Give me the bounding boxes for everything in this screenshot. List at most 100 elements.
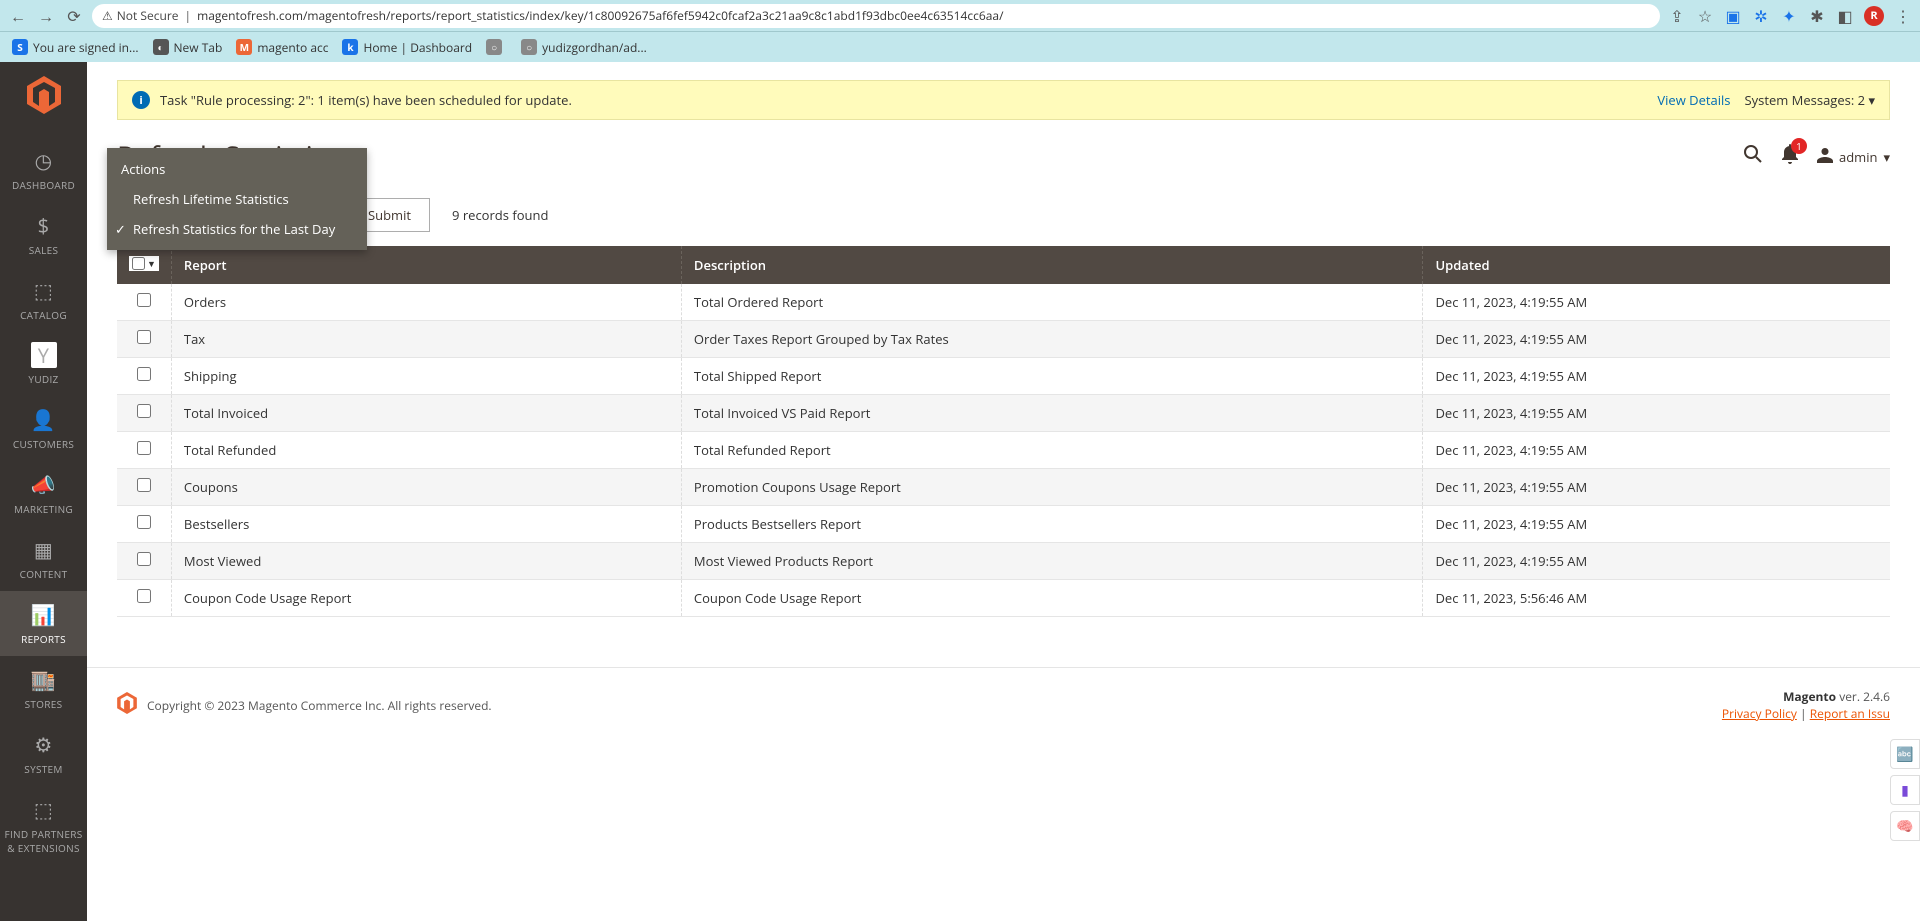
float-badge-3[interactable]: 🧠 <box>1890 811 1920 841</box>
extension-icon-1[interactable]: ▣ <box>1724 7 1742 25</box>
sidebar-item-dashboard[interactable]: ◷DASHBOARD <box>0 137 87 202</box>
select-all-header[interactable]: ▼ <box>117 246 171 284</box>
bookmark-item[interactable]: ○ <box>486 39 507 55</box>
cell-updated: Dec 11, 2023, 4:19:55 AM <box>1423 506 1890 543</box>
table-row[interactable]: Total Refunded Total Refunded Report Dec… <box>117 432 1890 469</box>
dropdown-header: Actions <box>107 154 367 184</box>
dropdown-item-label: Refresh Statistics for the Last Day <box>133 220 335 238</box>
profile-avatar[interactable]: R <box>1864 6 1884 26</box>
secure-label: Not Secure <box>117 7 179 24</box>
url-bar[interactable]: ⚠ Not Secure | magentofresh.com/magentof… <box>92 4 1660 28</box>
cell-updated: Dec 11, 2023, 5:56:46 AM <box>1423 580 1890 617</box>
dropdown-item-label: Refresh Lifetime Statistics <box>133 190 289 208</box>
cell-report: Bestsellers <box>171 506 681 543</box>
cell-description: Total Ordered Report <box>681 284 1423 321</box>
bookmark-item[interactable]: SYou are signed in... <box>12 39 139 56</box>
report-issue-link[interactable]: Report an Issu <box>1810 705 1890 722</box>
table-row[interactable]: Shipping Total Shipped Report Dec 11, 20… <box>117 358 1890 395</box>
sidebar-item-system[interactable]: ⚙ SYSTEM <box>0 721 87 786</box>
cell-report: Coupons <box>171 469 681 506</box>
sidebar-item-yudiz[interactable]: YYUDIZ <box>0 332 87 396</box>
row-checkbox[interactable] <box>137 330 151 344</box>
bookmark-item[interactable]: kHome | Dashboard <box>342 39 472 56</box>
chevron-down-icon[interactable]: ▼ <box>147 257 156 270</box>
panel-icon[interactable]: ◧ <box>1836 7 1854 25</box>
sidebar-item-marketing[interactable]: 📣MARKETING <box>0 461 87 526</box>
float-badge-2[interactable]: ▮ <box>1890 775 1920 805</box>
chevron-down-icon: ▾ <box>1883 148 1890 166</box>
bookmark-item[interactable]: Mmagento acc <box>236 39 328 56</box>
cell-description: Total Invoiced VS Paid Report <box>681 395 1423 432</box>
row-checkbox[interactable] <box>137 552 151 566</box>
user-name: admin <box>1839 148 1877 166</box>
favicon: S <box>12 39 28 55</box>
extension-icon-2[interactable]: ✲ <box>1752 7 1770 25</box>
sidebar-item-customers[interactable]: 👤CUSTOMERS <box>0 396 87 461</box>
sidebar-label: SYSTEM <box>24 762 62 776</box>
notification-badge: 1 <box>1791 138 1807 154</box>
kebab-menu-icon[interactable]: ⋮ <box>1894 7 1912 25</box>
magento-logo[interactable] <box>27 76 61 119</box>
table-row[interactable]: Most Viewed Most Viewed Products Report … <box>117 543 1890 580</box>
notifications-icon[interactable]: 1 <box>1781 144 1799 170</box>
row-checkbox[interactable] <box>137 441 151 455</box>
bookmark-star-icon[interactable]: ☆ <box>1696 7 1714 25</box>
column-header-updated[interactable]: Updated <box>1423 246 1890 284</box>
sidebar-label: REPORTS <box>21 632 66 646</box>
system-message-bar: i Task "Rule processing: 2": 1 item(s) h… <box>117 80 1890 120</box>
row-checkbox[interactable] <box>137 478 151 492</box>
view-details-link[interactable]: View Details <box>1657 91 1730 109</box>
table-row[interactable]: Orders Total Ordered Report Dec 11, 2023… <box>117 284 1890 321</box>
table-row[interactable]: Coupon Code Usage Report Coupon Code Usa… <box>117 580 1890 617</box>
row-checkbox[interactable] <box>137 293 151 307</box>
row-checkbox[interactable] <box>137 367 151 381</box>
sidebar-item-content[interactable]: ▦CONTENT <box>0 526 87 591</box>
info-icon: i <box>132 91 150 109</box>
bookmark-label: yudizgordhan/ad... <box>542 39 647 56</box>
select-all-checkbox[interactable] <box>132 257 145 270</box>
search-icon[interactable] <box>1743 144 1763 170</box>
sidebar-item-stores[interactable]: 🏬STORES <box>0 656 87 721</box>
cell-updated: Dec 11, 2023, 4:19:55 AM <box>1423 432 1890 469</box>
bookmark-item[interactable]: ◐New Tab <box>153 39 223 56</box>
column-header-report[interactable]: Report <box>171 246 681 284</box>
sidebar-icon: ⚙ <box>0 731 87 758</box>
favicon: M <box>236 39 252 55</box>
table-row[interactable]: Tax Order Taxes Report Grouped by Tax Ra… <box>117 321 1890 358</box>
system-messages-count-label: System Messages: 2 <box>1745 91 1866 109</box>
cell-report: Orders <box>171 284 681 321</box>
cell-report: Total Invoiced <box>171 395 681 432</box>
reload-button[interactable]: ⟳ <box>64 6 84 26</box>
sidebar-icon: $ <box>0 212 87 239</box>
extensions-puzzle-icon[interactable]: ✱ <box>1808 7 1826 25</box>
sidebar-item-catalog[interactable]: ⬚CATALOG <box>0 267 87 332</box>
table-row[interactable]: Coupons Promotion Coupons Usage Report D… <box>117 469 1890 506</box>
admin-sidebar: ◷DASHBOARD$SALES⬚CATALOGYYUDIZ👤CUSTOMERS… <box>0 62 87 921</box>
actions-dropdown-menu: Actions Refresh Lifetime Statistics ✓Refr… <box>107 148 367 250</box>
favicon: ◐ <box>153 39 169 55</box>
system-messages-count[interactable]: System Messages: 2 ▾ <box>1745 91 1876 109</box>
row-checkbox[interactable] <box>137 515 151 529</box>
dropdown-item[interactable]: ✓Refresh Statistics for the Last Day <box>107 214 367 244</box>
float-badge-1[interactable]: 🔤 <box>1890 739 1920 769</box>
records-found: 9 records found <box>452 206 548 224</box>
row-checkbox[interactable] <box>137 404 151 418</box>
privacy-policy-link[interactable]: Privacy Policy <box>1722 705 1797 722</box>
back-button[interactable]: ← <box>8 6 28 26</box>
sidebar-icon: 🏬 <box>0 666 87 693</box>
row-checkbox[interactable] <box>137 589 151 603</box>
bookmark-item[interactable]: ○yudizgordhan/ad... <box>521 39 647 56</box>
column-header-description[interactable]: Description <box>681 246 1423 284</box>
dropdown-item[interactable]: Refresh Lifetime Statistics <box>107 184 367 214</box>
table-row[interactable]: Total Invoiced Total Invoiced VS Paid Re… <box>117 395 1890 432</box>
magento-logo-small <box>117 692 137 718</box>
sidebar-item-sales[interactable]: $SALES <box>0 202 87 267</box>
forward-button[interactable]: → <box>36 6 56 26</box>
sidebar-item-find-partners-extensions[interactable]: ⬚FIND PARTNERS & EXTENSIONS <box>0 786 87 865</box>
share-icon[interactable]: ⇪ <box>1668 7 1686 25</box>
sidebar-item-reports[interactable]: 📊REPORTS <box>0 591 87 656</box>
user-icon <box>1817 147 1833 167</box>
table-row[interactable]: Bestsellers Products Bestsellers Report … <box>117 506 1890 543</box>
user-menu[interactable]: admin ▾ <box>1817 147 1890 167</box>
extension-icon-3[interactable]: ✦ <box>1780 7 1798 25</box>
